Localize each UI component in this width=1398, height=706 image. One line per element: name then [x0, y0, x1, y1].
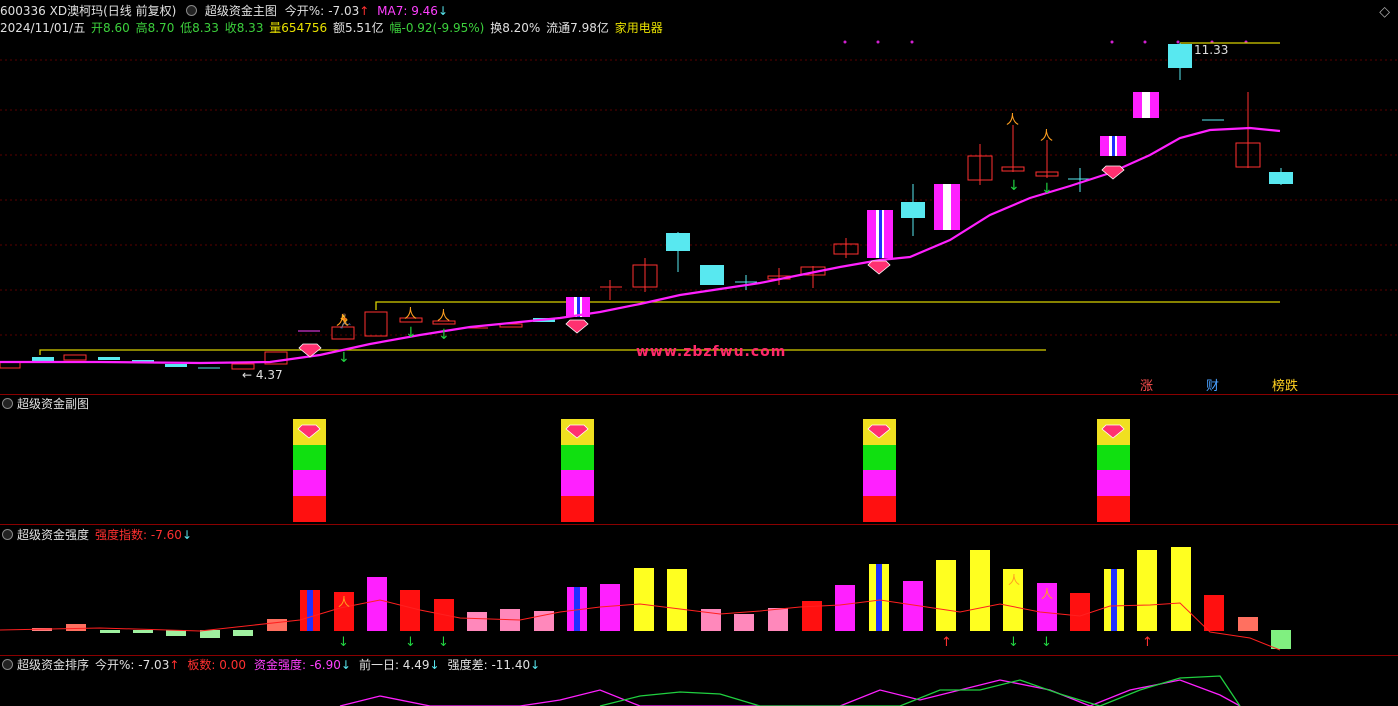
- svg-text:↓: ↓: [438, 635, 449, 650]
- badge-cai[interactable]: 财: [1206, 375, 1219, 394]
- gem-icon: [298, 165, 1125, 358]
- panel4-strength: 资金强度: -6.90: [253, 658, 341, 672]
- panel4-lines: [339, 675, 1241, 706]
- settings-dot-icon[interactable]: [2, 529, 13, 540]
- svg-text:↓: ↓: [1008, 635, 1019, 650]
- panel-divider[interactable]: [0, 655, 1398, 656]
- candles[interactable]: [0, 43, 1293, 370]
- arrow-up-icon: ↑: [169, 658, 180, 672]
- svg-text:↑: ↑: [1142, 635, 1153, 650]
- svg-text:↑: ↑: [941, 635, 952, 650]
- high-label: 11.33: [1194, 43, 1229, 57]
- panel4-open: 今开%: -7.03: [95, 658, 170, 672]
- settings-dot-icon[interactable]: [2, 398, 13, 409]
- panel3-header: 超级资金强度 强度指数: -7.60↓: [0, 527, 192, 543]
- panel2-header: 超级资金副图: [0, 396, 89, 412]
- level-lines: [39, 42, 1280, 355]
- svg-text:↓: ↓: [338, 635, 349, 650]
- panel4-header: 超级资金排序 今开%: -7.03↑ 板数: 0.00 资金强度: -6.90↓ 前一日…: [0, 657, 540, 673]
- svg-text:↓: ↓: [1041, 635, 1052, 650]
- svg-text:人: 人: [404, 307, 417, 322]
- svg-text:人: 人: [1041, 587, 1053, 601]
- panel3-title[interactable]: 超级资金强度: [17, 528, 89, 542]
- panel2-title[interactable]: 超级资金副图: [17, 397, 89, 411]
- svg-text:人: 人: [437, 309, 450, 324]
- panel-divider[interactable]: [0, 524, 1398, 525]
- svg-text:↓: ↓: [438, 327, 450, 343]
- watermark: www.zbzfwu.com: [636, 344, 787, 360]
- svg-text:↓: ↓: [405, 635, 416, 650]
- svg-text:人: 人: [338, 595, 350, 609]
- settings-dot-icon[interactable]: [2, 659, 13, 670]
- panel2-blocks: [293, 419, 1130, 522]
- arrow-down-icon: ↓: [340, 658, 351, 672]
- panel4-prev: 前一日: 4.49: [358, 658, 430, 672]
- badge-bangdie[interactable]: 榜跌: [1272, 375, 1298, 394]
- panel4-diff: 强度差: -11.40: [447, 658, 531, 672]
- arrow-down-icon: ↓: [429, 658, 440, 672]
- svg-text:人: 人: [1006, 113, 1019, 128]
- svg-text:人: 人: [1040, 129, 1053, 144]
- low-label: ← 4.37: [242, 368, 283, 382]
- panel4-title[interactable]: 超级资金排序: [17, 658, 89, 672]
- panel4-board: 板数: 0.00: [187, 658, 246, 672]
- svg-text:人: 人: [336, 314, 349, 329]
- grid-lines: [0, 59, 1398, 336]
- badge-zhang[interactable]: 涨: [1140, 375, 1153, 394]
- svg-text:↓: ↓: [1041, 181, 1053, 197]
- arrow-down-icon: ↓: [181, 528, 192, 542]
- panel3-param: 强度指数: -7.60: [95, 528, 182, 542]
- panel3-bars: ↑ ↑ ↓ ↓ ↓ ↓ ↓ 人人人: [0, 547, 1291, 651]
- svg-text:↓: ↓: [405, 325, 417, 341]
- svg-text:人: 人: [1008, 573, 1020, 587]
- svg-text:↓: ↓: [1008, 178, 1020, 194]
- arrow-down-icon: ↓: [530, 658, 541, 672]
- svg-text:↓: ↓: [338, 350, 350, 366]
- panel-divider[interactable]: [0, 394, 1398, 395]
